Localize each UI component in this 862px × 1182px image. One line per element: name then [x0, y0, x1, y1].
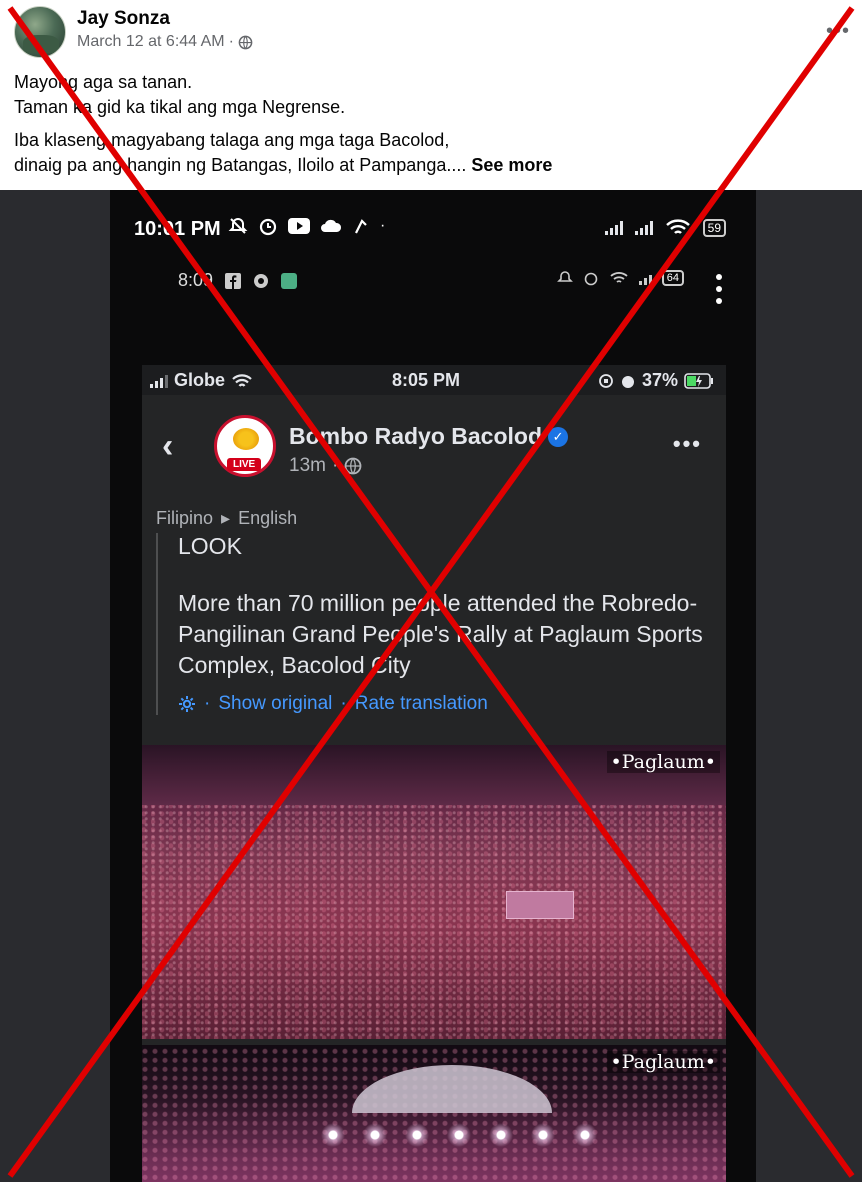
- inner-time: 8:05 PM: [392, 370, 461, 390]
- wifi-icon-2: [610, 272, 628, 283]
- post-line-4-wrap: dinaig pa ang hangin ng Batangas, Iloilo…: [14, 153, 844, 178]
- lang-arrow-icon: ▸: [221, 508, 231, 528]
- post-header: Jay Sonza March 12 at 6:44 AM · ••• Mayo…: [0, 0, 862, 190]
- lang-from: Filipino: [156, 508, 214, 528]
- author-avatar[interactable]: [14, 6, 66, 58]
- post-line-2: Taman ka gid ka tikal ang mga Negrense.: [14, 97, 346, 117]
- messenger-icon: [254, 273, 269, 288]
- status-icons-left: ·: [228, 216, 385, 236]
- battery-icon-2: 64: [661, 270, 684, 286]
- phone-time: 10:01 PM: [134, 218, 221, 240]
- wifi-icon-3: [232, 373, 252, 387]
- notif-time: 8:09: [178, 270, 214, 290]
- alarm-icon-2: [584, 272, 598, 286]
- show-original-link[interactable]: Show original: [218, 693, 332, 715]
- alarm-icon: [259, 218, 277, 236]
- app-notif-icon: [281, 272, 298, 289]
- translation-row: Filipino ▸ English: [156, 508, 297, 529]
- app-icon: [355, 219, 367, 234]
- carrier-group: Globe: [150, 370, 253, 391]
- action-separator-2: ·: [340, 693, 347, 714]
- post-text: Mayong aga sa tanan. Taman ka gid ka tik…: [14, 70, 844, 178]
- overflow-menu-icon[interactable]: [716, 274, 722, 304]
- crowd-banner: [506, 891, 574, 919]
- post-options-icon[interactable]: •••: [673, 431, 702, 457]
- live-badge: LIVE: [227, 458, 262, 471]
- globe-icon: [238, 35, 253, 49]
- post-heading: LOOK: [178, 533, 242, 559]
- phone-screenshot: 10:01 PM · 59 8:09 64 Globe 8:05 PM 37% …: [110, 190, 756, 1182]
- page-name-text[interactable]: Bombo Radyo Bacolod: [289, 423, 542, 450]
- lock-rotation-icon: [599, 373, 613, 388]
- bombo-logo-icon: [233, 428, 259, 450]
- inner-screen: Globe 8:05 PM 37% ‹ LIVE Bombo Radyo Bac…: [142, 365, 726, 1182]
- back-icon[interactable]: ‹: [162, 427, 173, 466]
- post-line-1: Mayong aga sa tanan.: [14, 72, 193, 92]
- notification-row: 8:09: [178, 270, 298, 291]
- battery-percent: 37%: [641, 370, 678, 390]
- post-age[interactable]: 13m: [289, 455, 326, 477]
- status-icons-right: 59: [604, 218, 726, 238]
- dot-indicator: ·: [380, 217, 386, 234]
- signal-icon-2: [634, 221, 653, 235]
- rate-translation-link[interactable]: Rate translation: [355, 693, 488, 715]
- signal-icon-4: [150, 374, 168, 388]
- youtube-icon: [288, 218, 310, 234]
- stage-lights: [312, 1117, 612, 1157]
- mute-icon: [228, 217, 248, 234]
- post-timestamp[interactable]: March 12 at 6:44 AM: [77, 33, 225, 51]
- age-separator: ·: [331, 455, 339, 476]
- wifi-icon: [665, 219, 690, 234]
- page-name[interactable]: Bombo Radyo Bacolod ✓: [289, 423, 569, 450]
- signal-icon: [604, 221, 623, 235]
- verified-icon: ✓: [548, 426, 569, 447]
- post-image[interactable]: 10:01 PM · 59 8:09 64 Globe 8:05 PM 37% …: [0, 190, 862, 1182]
- signal-icon-3: [638, 271, 652, 285]
- translation-actions: · Show original · Rate translation: [178, 693, 716, 715]
- post-body-text: More than 70 million people attended the…: [178, 590, 703, 678]
- crowd-photo-2[interactable]: •Paglaum•: [142, 1045, 726, 1182]
- globe-icon-2: [344, 457, 362, 475]
- paglaum-logo-2: •Paglaum•: [606, 1051, 720, 1073]
- inner-status-bar: Globe 8:05 PM 37%: [142, 365, 726, 395]
- alarm-icon-3: [621, 375, 634, 388]
- notification-status: 64: [556, 270, 684, 286]
- author-name[interactable]: Jay Sonza: [77, 8, 170, 30]
- stage-tent: [352, 1065, 552, 1113]
- action-separator-1: ·: [204, 693, 211, 714]
- page-avatar[interactable]: LIVE: [214, 415, 276, 477]
- meta-separator: ·: [228, 33, 234, 50]
- carrier-name: Globe: [174, 370, 226, 390]
- battery-icon: 59: [702, 219, 726, 237]
- facebook-icon: [225, 272, 242, 289]
- see-more-link[interactable]: See more: [471, 155, 552, 175]
- paglaum-logo: •Paglaum•: [606, 751, 720, 773]
- lang-to: English: [238, 508, 298, 528]
- more-icon[interactable]: •••: [826, 20, 850, 43]
- mute-icon-2: [556, 271, 573, 282]
- battery-group: 37%: [598, 370, 714, 391]
- cloud-icon: [321, 219, 342, 232]
- settings-icon[interactable]: [178, 695, 196, 713]
- translated-post: LOOK More than 70 million people attende…: [156, 533, 716, 715]
- post-line-3: Iba klaseng magyabang talaga ang mga tag…: [14, 130, 450, 150]
- battery-charging-icon: [684, 372, 713, 389]
- post-meta: March 12 at 6:44 AM ·: [77, 33, 253, 51]
- crowd-photo-1[interactable]: •Paglaum•: [142, 745, 726, 1039]
- page-meta: 13m ·: [289, 455, 362, 477]
- post-line-4: dinaig pa ang hangin ng Batangas, Iloilo…: [14, 155, 467, 175]
